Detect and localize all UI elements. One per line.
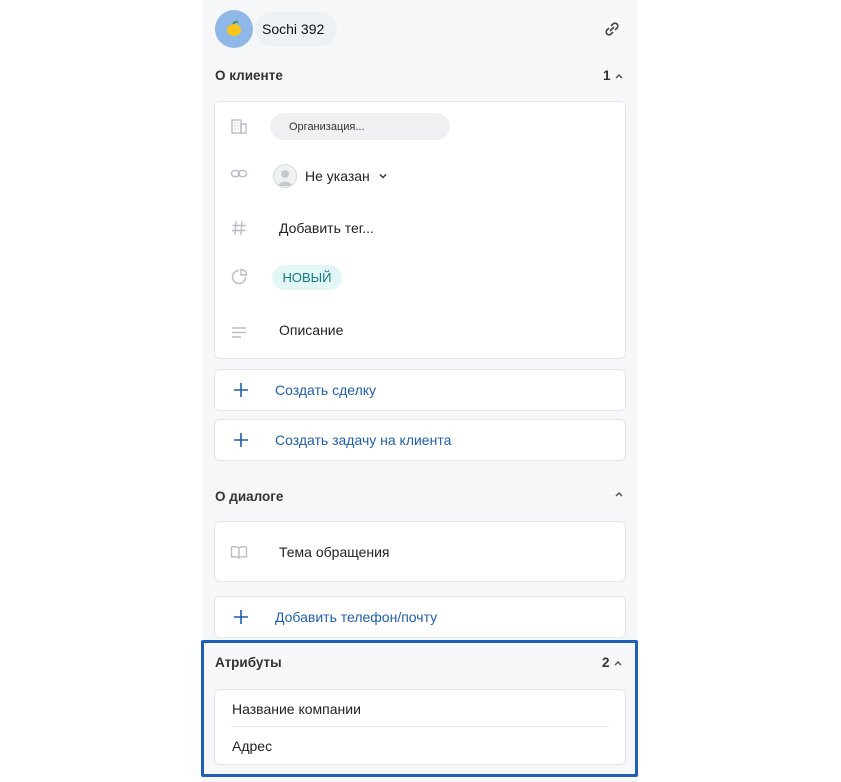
create-task-label: Создать задачу на клиента [275,432,452,448]
link-chain-icon [230,165,248,183]
link-icon[interactable] [602,19,622,39]
user-avatar-icon [273,164,297,188]
organization-field[interactable]: Организация... [270,113,450,140]
create-deal-label: Создать сделку [275,382,377,398]
client-section-title: О клиенте [215,68,283,83]
add-tag-field[interactable]: Добавить тег... [279,220,374,236]
chevron-up-icon [615,491,623,497]
chevron-down-icon [379,173,387,179]
plus-icon [234,433,248,447]
book-icon [230,543,248,561]
client-section-toggle[interactable]: 1 [603,68,624,83]
topic-field[interactable]: Тема обращения [279,544,390,560]
create-deal-button[interactable]: Создать сделку [214,369,626,411]
create-task-button[interactable]: Создать задачу на клиента [214,419,626,461]
building-icon [230,117,248,135]
attributes-highlight-frame [201,640,638,777]
client-avatar[interactable] [215,10,253,48]
client-section-count: 1 [603,68,611,83]
status-badge[interactable]: НОВЫЙ [272,265,342,290]
chevron-up-icon [614,73,623,79]
hash-icon [230,219,248,237]
dialog-info-card [214,521,626,582]
lemon-icon [227,20,241,36]
description-field[interactable]: Описание [279,322,343,338]
text-lines-icon [230,323,248,341]
pie-chart-icon [230,268,248,286]
dialog-section-toggle[interactable] [614,489,624,499]
add-contact-button[interactable]: Добавить телефон/почту [214,596,626,638]
client-name[interactable]: Sochi 392 [255,12,337,46]
dialog-section-title: О диалоге [215,489,284,504]
add-contact-label: Добавить телефон/почту [275,609,438,625]
responsible-label: Не указан [305,168,370,184]
responsible-selector[interactable]: Не указан [273,164,388,188]
plus-icon [234,383,248,397]
plus-icon [234,610,248,624]
